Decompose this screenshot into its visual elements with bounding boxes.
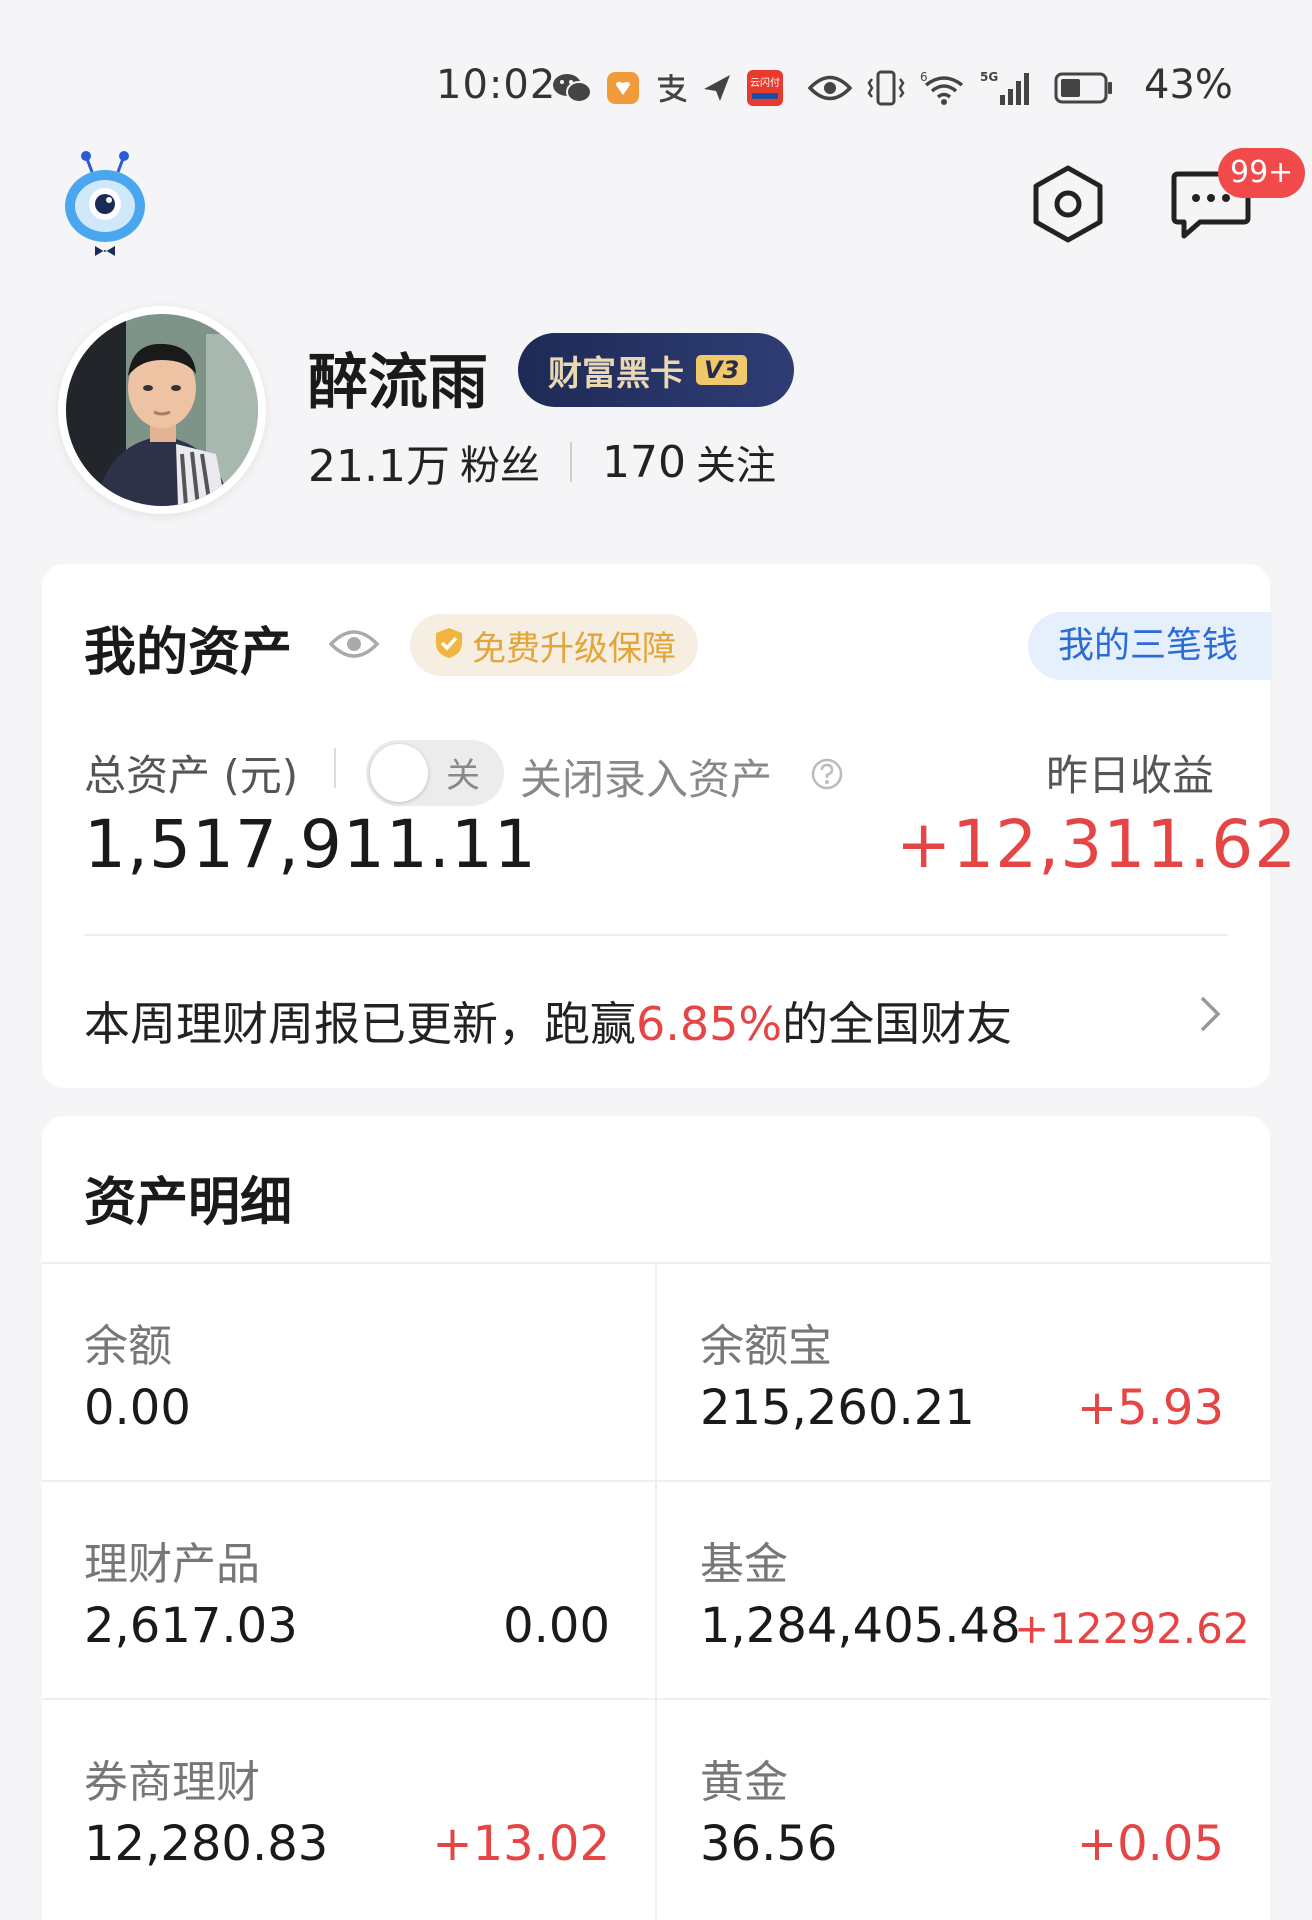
settings-icon[interactable] (1026, 162, 1110, 246)
status-time: 10:02 (436, 62, 557, 108)
weekly-report-percent: 6.85% (636, 997, 783, 1051)
free-upgrade-label: 免费升级保障 (472, 628, 676, 669)
funds-value[interactable]: 1,284,405.48 (700, 1598, 1021, 1654)
divider (334, 748, 336, 788)
app-logo-icon[interactable] (62, 150, 148, 260)
yuebao-change: +5.93 (1076, 1380, 1224, 1436)
gold-label[interactable]: 黄金 (700, 1746, 788, 1810)
wealth-products-change: 0.00 (503, 1598, 610, 1654)
signal-5g-icon: 5G (980, 69, 1032, 107)
followers-label[interactable]: 粉丝 (460, 433, 540, 491)
broker-wealth-label[interactable]: 券商理财 (84, 1746, 260, 1810)
my-assets-title: 我的资产 (84, 623, 293, 683)
funds-change: +12292.62 (1014, 1604, 1250, 1653)
my-three-money-button[interactable]: 我的三笔钱 (1028, 612, 1272, 680)
vibrate-icon (866, 69, 906, 107)
toggle-state-label: 关 (446, 756, 480, 796)
balance-value[interactable]: 0.00 (84, 1380, 191, 1436)
total-assets-value: 1,517,911.11 (84, 806, 537, 883)
battery-icon (1054, 71, 1114, 105)
weekly-report-prefix: 本周理财周报已更新，跑赢 (84, 997, 636, 1051)
app-badge-icon (606, 71, 640, 105)
yunshanfu-label: 云闪付 (750, 76, 780, 89)
free-upgrade-button[interactable]: 免费升级保障 (410, 614, 698, 676)
alipay-icon (654, 71, 688, 105)
followers-count[interactable]: 21.1万 (308, 430, 450, 494)
divider (655, 1264, 657, 1920)
funds-label[interactable]: 基金 (700, 1528, 788, 1592)
weekly-report-suffix: 的全国财友 (782, 997, 1013, 1051)
broker-wealth-value[interactable]: 12,280.83 (84, 1816, 328, 1872)
signal-label: 5G (980, 70, 998, 84)
username: 醉流雨 (308, 348, 488, 418)
wifi-label: 6 (920, 70, 928, 84)
follow-stats: 21.1万 粉丝 170 关注 (308, 430, 776, 494)
close-asset-entry-label: 关闭录入资产 (520, 755, 773, 804)
total-assets-label: 总资产 (元) (84, 751, 299, 800)
visibility-toggle-icon[interactable] (328, 624, 380, 664)
following-count[interactable]: 170 (602, 437, 686, 488)
send-icon (702, 71, 732, 105)
chevron-right-icon[interactable] (1196, 992, 1226, 1036)
yunshanfu-icon: 云闪付 (746, 69, 784, 107)
help-icon[interactable] (810, 757, 844, 791)
following-label[interactable]: 关注 (696, 433, 776, 491)
status-icons: 云闪付 6 5G (552, 66, 1114, 110)
balance-label[interactable]: 余额 (84, 1310, 172, 1374)
yesterday-income-label: 昨日收益 (1046, 751, 1215, 800)
battery-percent: 43% (1144, 62, 1233, 108)
wealth-products-label[interactable]: 理财产品 (84, 1528, 260, 1592)
vip-label: 财富黑卡 (548, 353, 684, 394)
yuebao-value[interactable]: 215,260.21 (700, 1380, 975, 1436)
yuebao-label[interactable]: 余额宝 (700, 1310, 832, 1374)
follow-divider (569, 442, 572, 482)
avatar[interactable] (58, 306, 266, 514)
vip-badge[interactable]: 财富黑卡 V3 (518, 333, 794, 407)
eye-icon (808, 73, 852, 103)
wechat-icon (552, 71, 592, 105)
gold-change: +0.05 (1076, 1816, 1224, 1872)
asset-entry-toggle[interactable]: 关 (366, 740, 504, 806)
weekly-report-banner[interactable]: 本周理财周报已更新，跑赢6.85%的全国财友 (84, 988, 1012, 1054)
broker-wealth-change: +13.02 (432, 1816, 610, 1872)
gold-value[interactable]: 36.56 (700, 1816, 837, 1872)
wealth-products-value[interactable]: 2,617.03 (84, 1598, 298, 1654)
asset-detail-title: 资产明细 (84, 1173, 293, 1233)
divider (84, 934, 1228, 936)
toggle-knob (370, 744, 428, 802)
wifi-icon: 6 (920, 69, 966, 107)
message-count-badge: 99+ (1218, 148, 1306, 198)
shield-check-icon (434, 626, 464, 664)
vip-level: V3 (696, 355, 748, 385)
yesterday-income-value: +12,311.62 (896, 806, 1298, 883)
